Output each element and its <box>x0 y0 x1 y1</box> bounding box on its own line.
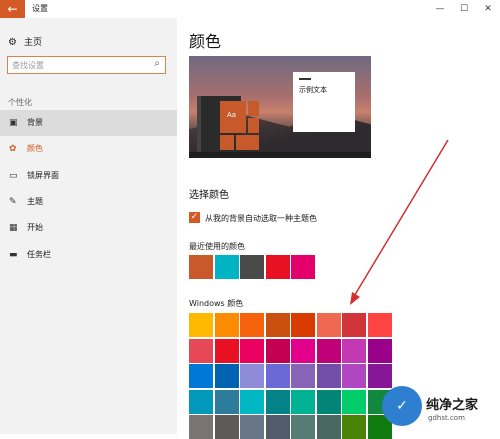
windows-color-swatch[interactable] <box>291 389 315 414</box>
windows-color-swatch[interactable] <box>342 389 366 414</box>
recent-color-swatch[interactable] <box>189 255 213 279</box>
windows-color-swatch[interactable] <box>342 364 366 388</box>
home-label: 主页 <box>24 38 43 48</box>
auto-pick-checkbox[interactable]: ✓ <box>189 212 200 223</box>
sidebar-item-label: 背景 <box>27 118 43 127</box>
windows-color-swatch[interactable] <box>316 364 341 388</box>
windows-color-swatch[interactable] <box>214 389 239 414</box>
watermark-url: gdhst.com <box>428 414 465 422</box>
windows-color-swatch[interactable] <box>214 313 239 337</box>
recent-color-swatch[interactable] <box>240 255 264 279</box>
watermark-title: 纯净之家 <box>426 398 479 413</box>
windows-color-swatch[interactable] <box>265 364 290 388</box>
recent-colors-label: 最近使用的颜色 <box>189 242 245 251</box>
checkmark-logo-icon: ✓ <box>382 386 422 426</box>
back-button[interactable]: ← <box>0 0 25 18</box>
sidebar-item-colors[interactable]: ✿ 颜色 <box>0 136 177 162</box>
choose-color-heading: 选择颜色 <box>189 190 229 201</box>
windows-color-swatch[interactable] <box>291 415 315 439</box>
maximize-button[interactable]: ☐ <box>454 1 474 17</box>
sidebar-item-label: 主题 <box>27 197 43 206</box>
windows-color-swatch[interactable] <box>342 338 366 363</box>
windows-color-swatch[interactable] <box>189 313 213 337</box>
taskbar-icon: ▬ <box>9 250 18 260</box>
watermark-logo: ✓ 纯净之家 gdhst.com <box>376 380 500 434</box>
preview-taskbar <box>189 152 371 158</box>
windows-color-swatch[interactable] <box>214 338 239 363</box>
recent-color-swatch[interactable] <box>291 255 315 279</box>
windows-color-swatch[interactable] <box>265 415 290 439</box>
windows-colors-label: Windows 颜色 <box>189 299 244 308</box>
sidebar-item-themes[interactable]: ✎ 主题 <box>0 189 177 215</box>
preview-sample-text: 示例文本 <box>299 86 327 94</box>
windows-color-swatch[interactable] <box>214 415 239 439</box>
windows-color-swatch[interactable] <box>342 313 366 337</box>
sidebar: ⚙ 主页 查找设置 ⌕ 个性化 ▣ 背景 ✿ 颜色 ▭ 锁屏界面 ✎ 主题 ▦ 开… <box>0 18 177 434</box>
preview-tile <box>248 101 259 116</box>
close-button[interactable]: ✕ <box>478 1 498 17</box>
windows-color-swatch[interactable] <box>214 364 239 388</box>
windows-color-swatch[interactable] <box>189 415 213 439</box>
search-icon[interactable]: ⌕ <box>154 58 160 69</box>
auto-pick-label[interactable]: 从我的背景自动选取一种主题色 <box>205 213 317 224</box>
windows-color-swatch[interactable] <box>316 338 341 363</box>
sidebar-item-label: 任务栏 <box>27 250 51 259</box>
sidebar-item-start[interactable]: ▦ 开始 <box>0 215 177 241</box>
windows-color-swatch[interactable] <box>265 313 290 337</box>
theme-icon: ✎ <box>9 197 17 207</box>
windows-color-swatch[interactable] <box>189 338 213 363</box>
recent-color-swatch[interactable] <box>265 255 290 279</box>
windows-color-swatch[interactable] <box>189 389 213 414</box>
start-icon: ▦ <box>9 223 18 233</box>
sidebar-item-background[interactable]: ▣ 背景 <box>0 110 177 136</box>
image-icon: ▣ <box>9 118 18 128</box>
search-box[interactable]: 查找设置 ⌕ <box>7 56 166 74</box>
windows-color-swatch[interactable] <box>240 313 264 337</box>
windows-color-swatch[interactable] <box>367 313 392 337</box>
windows-color-swatch[interactable] <box>240 338 264 363</box>
windows-color-swatch[interactable] <box>291 364 315 388</box>
sidebar-home[interactable]: ⚙ 主页 <box>8 35 42 48</box>
preview-tile <box>220 135 234 150</box>
windows-color-swatch[interactable] <box>367 338 392 363</box>
palette-icon: ✿ <box>9 144 17 154</box>
minimize-button[interactable]: — <box>430 1 450 17</box>
recent-color-swatch[interactable] <box>214 255 239 279</box>
windows-color-swatch[interactable] <box>265 338 290 363</box>
sidebar-item-label: 锁屏界面 <box>27 171 59 180</box>
search-input[interactable]: 查找设置 <box>12 60 44 71</box>
windows-color-swatch[interactable] <box>265 389 290 414</box>
section-label-personalization: 个性化 <box>8 98 32 107</box>
preview-tile <box>236 135 259 150</box>
preview-tile-text: Aa <box>227 111 237 119</box>
windows-color-swatch[interactable] <box>240 364 264 388</box>
preview-tile-large: Aa <box>220 101 246 133</box>
sidebar-item-lock-screen[interactable]: ▭ 锁屏界面 <box>0 163 177 189</box>
sidebar-item-label: 颜色 <box>27 144 43 153</box>
theme-preview: Aa 示例文本 <box>189 56 371 158</box>
gear-icon: ⚙ <box>8 37 17 48</box>
lock-screen-icon: ▭ <box>9 171 18 181</box>
windows-color-swatch[interactable] <box>240 415 264 439</box>
windows-color-swatch[interactable] <box>189 364 213 388</box>
windows-color-swatch[interactable] <box>316 313 341 337</box>
sidebar-item-label: 开始 <box>27 223 43 232</box>
windows-color-swatch[interactable] <box>342 415 366 439</box>
preview-window: 示例文本 <box>293 72 355 132</box>
preview-window-bar <box>299 78 311 80</box>
windows-color-swatch[interactable] <box>240 389 264 414</box>
windows-color-swatch[interactable] <box>316 389 341 414</box>
page-title: 颜色 <box>189 32 222 51</box>
sidebar-item-taskbar[interactable]: ▬ 任务栏 <box>0 242 177 268</box>
windows-color-swatch[interactable] <box>291 338 315 363</box>
window-title: 设置 <box>32 4 48 13</box>
preview-tile <box>248 118 259 133</box>
title-bar: ← 设置 — ☐ ✕ <box>0 0 500 18</box>
windows-color-swatch[interactable] <box>291 313 315 337</box>
windows-color-swatch[interactable] <box>316 415 341 439</box>
